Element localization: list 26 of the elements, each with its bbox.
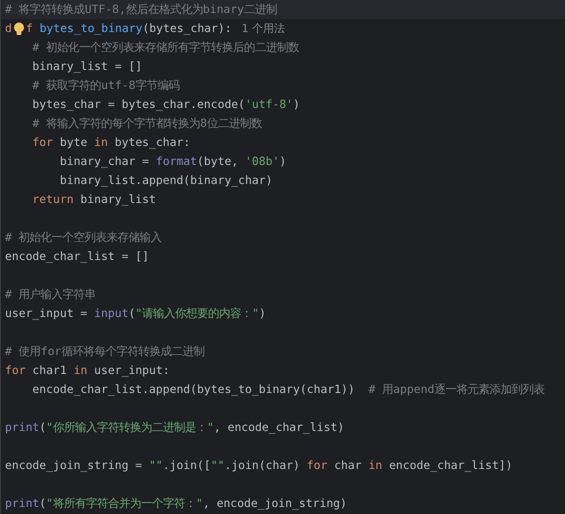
code-line: # 初始化一个空列表来存储输入 <box>5 229 162 246</box>
code-line: # 用户输入字符串 <box>5 286 96 303</box>
code-line: encode_char_list.append(bytes_to_binary(char1)) # 用append逐一将元素添加到列表 <box>31 381 544 398</box>
code-line: encode_join_string = "".join(["".join(char) for char in encode_char_list]) <box>5 457 513 474</box>
code-line: binary_list = [] <box>31 58 142 75</box>
code-line: # 将字符转换成UTF-8,然后在格式化为binary二进制 <box>5 1 278 18</box>
code-line: # 获取字符的utf-8字节编码 <box>31 77 180 94</box>
usage-hint[interactable]: 1 个用法 <box>242 19 286 38</box>
code-line: # 使用for循环将每个字符转换成二进制 <box>5 343 204 360</box>
code-line: for char1 in user_input: <box>5 362 170 379</box>
code-line: for byte in bytes_char: <box>31 134 190 151</box>
code-text: bytes_to_binary <box>38 20 142 37</box>
code-text: (bytes_char): <box>142 20 232 37</box>
code-line: binary_char = format(byte, '08b') <box>58 153 286 170</box>
code-line: bytes_char = bytes_char.encode('utf-8') <box>31 96 300 113</box>
lightbulb-icon[interactable] <box>12 22 25 36</box>
code-text: d <box>5 20 12 37</box>
code-line: encode_char_list = [] <box>5 248 150 265</box>
code-line: return binary_list <box>31 191 156 208</box>
code-line: print("将所有字符合并为一个字符：", encode_join_string) <box>5 495 347 512</box>
code-line: user_input = input("请输入你想要的内容：") <box>5 305 266 322</box>
code-line: print("你所输入字符转换为二进制是：", encode_char_list) <box>5 419 344 436</box>
code-line: # 初始化一个空列表来存储所有字节转换后的二进制数 <box>31 39 300 56</box>
code-line: binary_list.append(binary_char) <box>58 172 272 189</box>
code-text: f <box>26 20 33 37</box>
code-line: # 将输入字符的每个字节都转换为8位二进制数 <box>31 115 262 132</box>
